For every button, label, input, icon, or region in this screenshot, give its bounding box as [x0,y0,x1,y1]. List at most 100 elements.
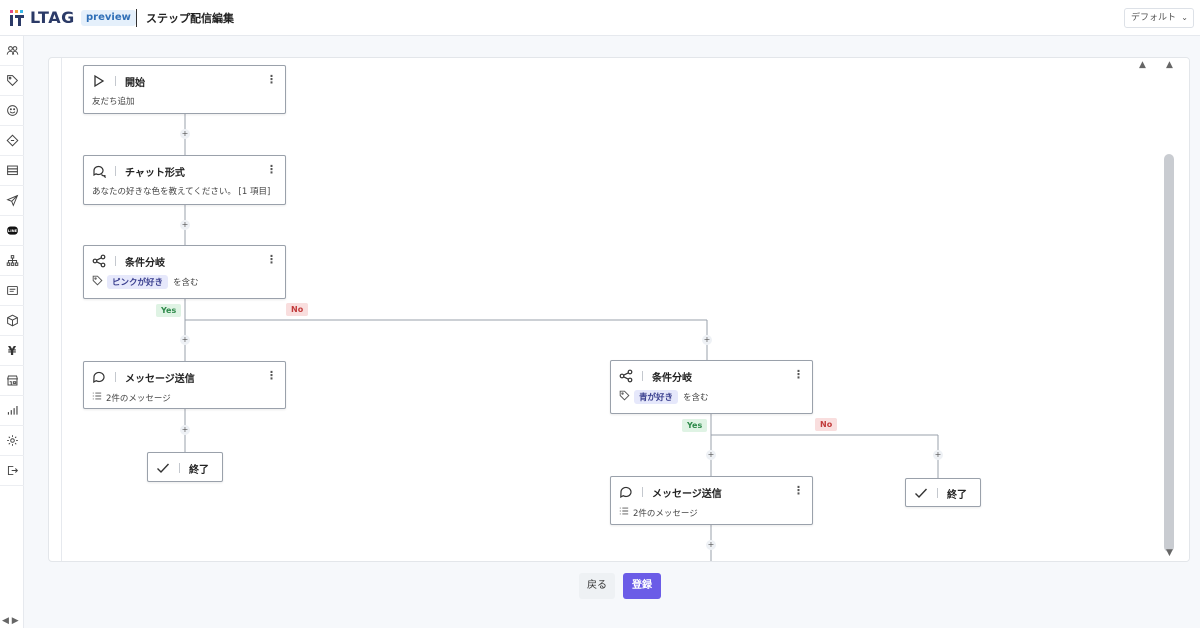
message-bubble-icon [92,370,106,384]
line-icon: LINE [6,226,18,235]
chevron-down-icon: ⌄ [1181,13,1188,22]
sidebar-item-payments[interactable]: ¥ [0,336,24,366]
tag-icon [6,75,18,87]
flow-node-start[interactable]: 開始 ⋮ 友だち追加 [83,65,286,114]
branch-no-label: No [286,303,309,316]
node-menu-icon[interactable]: ⋮ [266,253,277,267]
app-header: LTAG preview ステップ配信編集 デフォルト ⌄ [0,0,1200,36]
condition-suffix: を含む [683,393,709,403]
sidebar-item-data[interactable] [0,156,24,186]
profile-select[interactable]: デフォルト ⌄ [1124,8,1194,28]
node-menu-icon[interactable]: ⋮ [793,484,804,498]
add-step-button[interactable]: + [180,220,190,230]
node-title: メッセージ送信 [125,373,195,385]
node-separator [642,487,643,497]
sidebar-item-tags[interactable] [0,66,24,96]
add-step-button[interactable]: + [180,425,190,435]
condition-tag: ピンクが好き [107,275,169,289]
node-header: メッセージ送信 [619,484,722,500]
preview-badge: preview [81,10,136,26]
node-header: メッセージ送信 [92,369,195,385]
add-step-button[interactable]: + [702,335,712,345]
sidebar-item-send[interactable] [0,186,24,216]
branch-yes-label: Yes [682,419,708,432]
node-condition-row: ピンクが好き を含む [92,275,199,289]
sidebar-item-line[interactable]: LINE [0,216,24,246]
node-title: メッセージ送信 [652,488,722,500]
flow-node-end[interactable]: 終了 [147,452,223,482]
flow-node-condition[interactable]: 条件分岐 ⋮ 青が好き を含む [610,360,813,414]
add-step-button[interactable]: + [706,450,716,460]
flow-node-message[interactable]: メッセージ送信 ⋮ 2件のメッセージ [610,476,813,525]
add-step-button[interactable]: + [933,450,943,460]
sidebar-item-forms[interactable] [0,276,24,306]
database-icon [6,165,18,176]
node-header: 終了 [914,485,967,501]
scroll-up-arrow-icon[interactable]: ▲ [1139,60,1146,70]
message-bubble-icon [619,485,633,499]
node-separator [115,256,116,266]
logo-text: LTAG [30,8,75,27]
node-title: 開始 [125,77,145,89]
send-icon [5,194,18,207]
node-separator [115,372,116,382]
flow-node-chat[interactable]: チャット形式 ⋮ あなたの好きな色を教えてください。 [1 項目] [83,155,286,205]
scroll-up-arrow-icon[interactable]: ▲ [1166,60,1173,70]
logout-icon [7,465,18,476]
flow-canvas[interactable]: + + + + + + + + Yes No Yes No 開始 ⋮ 友だち追加… [48,57,1190,562]
vertical-scrollbar-thumb[interactable] [1164,154,1174,552]
node-menu-icon[interactable]: ⋮ [266,163,277,177]
flow-node-condition[interactable]: 条件分岐 ⋮ ピンクが好き を含む [83,245,286,299]
branch-yes-label: Yes [156,304,182,317]
tag-icon [92,275,103,289]
sidebar-item-logout[interactable] [0,456,24,486]
node-subtitle: 友だち追加 [92,97,135,107]
share-nodes-icon [92,254,106,268]
tag-icon [619,390,630,404]
node-menu-icon[interactable]: ⋮ [266,369,277,383]
save-button[interactable]: 登録 [623,573,661,599]
add-step-button[interactable]: + [180,335,190,345]
node-subtitle: 2件のメッセージ [633,508,698,519]
scroll-down-arrow-icon[interactable]: ▼ [1166,548,1173,558]
node-subtitle-row: 2件のメッセージ [619,506,698,519]
sidebar-item-analytics[interactable] [0,396,24,426]
node-menu-icon[interactable]: ⋮ [793,368,804,382]
sidebar-item-structure[interactable] [0,246,24,276]
sidebar-item-shop[interactable] [0,366,24,396]
sidebar-item-products[interactable] [0,306,24,336]
profile-select-value: デフォルト [1131,13,1177,23]
condition-tag: 青が好き [634,390,679,404]
flow-node-end[interactable]: 終了 [905,478,981,507]
users-icon [6,46,18,55]
node-condition-row: 青が好き を含む [619,390,709,404]
sitemap-icon [6,255,18,266]
sidebar-item-friends[interactable] [0,96,24,126]
sidebar-item-settings[interactable] [0,426,24,456]
box-icon [6,314,18,327]
condition-suffix: を含む [173,278,199,288]
node-menu-icon[interactable]: ⋮ [266,73,277,87]
back-button[interactable]: 戻る [579,573,615,599]
chart-icon [7,406,18,415]
node-separator [179,463,180,473]
check-icon [156,461,170,475]
node-header: 条件分岐 [92,253,165,269]
sidebar-item-users[interactable] [0,36,24,66]
node-title: 終了 [189,464,209,476]
flow-connectors [184,114,939,561]
list-icon [619,506,629,519]
check-icon [914,486,928,500]
node-title: 条件分岐 [125,257,165,269]
node-separator [115,166,116,176]
gear-icon [6,435,18,446]
branch-no-label: No [815,418,838,431]
add-step-button[interactable]: + [180,129,190,139]
sidebar-item-coupons[interactable] [0,126,24,156]
sidebar-collapse-toggle[interactable]: ◀ ▶ [2,616,19,626]
smile-icon [6,105,18,116]
svg-text:LINE: LINE [7,229,17,233]
add-step-button[interactable]: + [706,540,716,550]
flow-node-message[interactable]: メッセージ送信 ⋮ 2件のメッセージ [83,361,286,409]
node-header: 開始 [92,73,145,89]
